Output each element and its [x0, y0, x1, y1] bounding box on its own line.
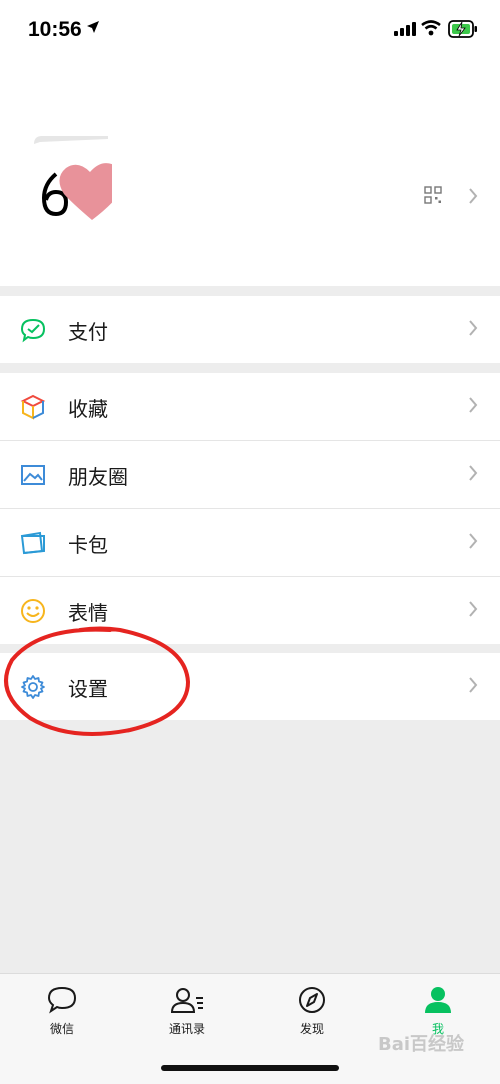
tab-label: 微信 — [49, 1022, 74, 1036]
menu-group-pay: 支付 — [0, 296, 500, 363]
status-bar: 10:56 — [0, 0, 500, 60]
chevron-right-icon — [469, 677, 478, 693]
contacts-icon — [170, 988, 203, 1013]
battery-charging-icon — [448, 20, 477, 38]
home-indicator[interactable] — [161, 1065, 339, 1071]
menu-item-label: 收藏 — [68, 397, 108, 421]
location-arrow-icon — [87, 21, 99, 33]
menu-group-main: 收藏 朋友圈 卡包 表情 — [0, 373, 500, 644]
menu-item-label: 支付 — [68, 320, 108, 344]
tab-chats[interactable]: 微信 — [22, 986, 102, 1037]
tab-discover[interactable]: 发现 — [272, 986, 352, 1037]
avatar[interactable] — [34, 136, 112, 226]
wifi-icon — [421, 20, 441, 36]
profile-header[interactable] — [0, 60, 500, 286]
menu-item-moments[interactable]: 朋友圈 — [0, 441, 500, 509]
tab-label: 通讯录 — [168, 1022, 205, 1036]
tab-label: 发现 — [299, 1022, 324, 1036]
cellular-signal-icon — [394, 22, 416, 36]
chevron-right-icon — [469, 465, 478, 481]
menu-item-favorites[interactable]: 收藏 — [0, 373, 500, 441]
qr-code-icon[interactable] — [424, 186, 442, 204]
chevron-right-icon — [469, 188, 478, 204]
pay-icon — [20, 318, 46, 343]
menu-item-card-wallet[interactable]: 卡包 — [0, 509, 500, 577]
chevron-right-icon — [469, 320, 478, 336]
menu-item-label: 卡包 — [68, 533, 108, 557]
status-time: 10:56 — [28, 18, 82, 41]
tab-contacts[interactable]: 通讯录 — [147, 986, 227, 1037]
chat-bubble-icon — [47, 986, 77, 1014]
menu-item-pay[interactable]: 支付 — [0, 296, 500, 363]
chevron-right-icon — [469, 601, 478, 617]
annotation-circle — [4, 626, 191, 736]
person-icon — [425, 987, 451, 1013]
chevron-right-icon — [469, 397, 478, 413]
chevron-right-icon — [469, 533, 478, 549]
menu-item-label: 朋友圈 — [68, 465, 128, 489]
moments-image-icon — [21, 465, 45, 485]
compass-icon — [299, 987, 325, 1013]
card-wallet-icon — [20, 531, 45, 555]
favorites-cube-icon — [20, 394, 46, 420]
watermark: Bai百经验 — [378, 1034, 465, 1055]
